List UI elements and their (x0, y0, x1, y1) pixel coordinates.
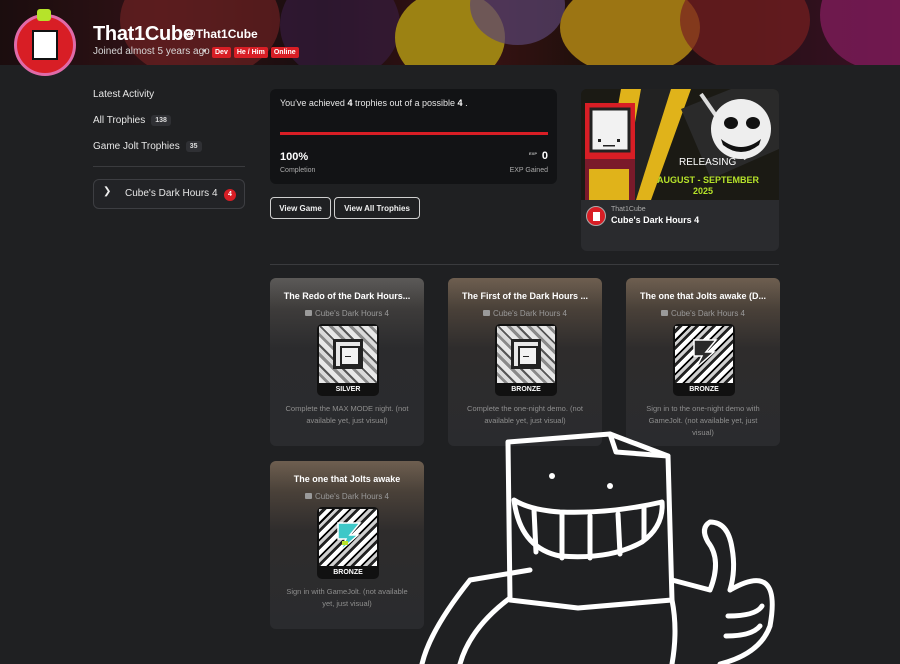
chevron-down-icon: ❯ (103, 186, 112, 197)
profile-handle: @That1Cube (184, 27, 258, 41)
completion-progress-bar (280, 132, 548, 135)
trophy-game: Cube's Dark Hours 4 (270, 492, 424, 501)
avatar-crown-icon (37, 9, 51, 21)
trophy-card[interactable]: The Redo of the Dark Hours... Cube's Dar… (270, 278, 424, 446)
trophy-tier: BRONZE (689, 386, 719, 393)
trophy-tier: BRONZE (333, 569, 363, 576)
joined-date: Joined almost 5 years ago (93, 46, 210, 57)
trophy-description: Sign in with GameJolt. (not available ye… (286, 587, 408, 608)
trophy-tier: SILVER (335, 386, 361, 393)
online-badge: Online (270, 47, 299, 58)
pronouns-badge: He / Him (233, 47, 268, 58)
exp-icon: EXP (529, 151, 538, 156)
summary-text: You've achieved 4 trophies out of a poss… (280, 98, 468, 108)
trophy-game: Cube's Dark Hours 4 (270, 309, 424, 318)
trophy-count-badge: 35 (185, 141, 202, 152)
section-divider (270, 264, 779, 265)
sidebar-divider (93, 166, 245, 167)
cube-face-icon: BRONZE (495, 324, 557, 396)
trophy-tier: BRONZE (511, 386, 541, 393)
game-filter-dropdown[interactable]: ❯ Cube's Dark Hours 4 4 (93, 179, 245, 209)
sidebar-item-gamejolt-trophies[interactable]: Game Jolt Trophies 35 (93, 141, 202, 152)
gamepad-icon (483, 310, 490, 316)
gamepad-icon (305, 310, 312, 316)
cube-face-icon: SILVER (317, 324, 379, 396)
trophy-description: Sign in to the one-night demo with GameJ… (646, 404, 760, 437)
view-all-trophies-button[interactable]: View All Trophies (334, 197, 420, 219)
game-thumbnail[interactable]: RELEASING AUGUST - SEPTEMBER 2025 (581, 89, 779, 200)
exp-label: EXP Gained (509, 167, 548, 174)
trophy-count-badge: 138 (151, 115, 171, 126)
game-art-releasing-text: RELEASING (679, 157, 736, 168)
completion-label: Completion (280, 167, 316, 174)
developer-avatar[interactable] (586, 206, 606, 226)
sidebar-item-label: Game Jolt Trophies (93, 141, 180, 153)
trophy-title: The First of the Dark Hours ... (461, 291, 589, 301)
game-art-year-text: 2025 (693, 186, 713, 196)
game-developer[interactable]: That1Cube (611, 206, 646, 213)
sidebar-item-label: Latest Activity (93, 89, 155, 100)
trophy-card[interactable]: The First of the Dark Hours ... Cube's D… (448, 278, 602, 446)
game-art-date-text: AUGUST - SEPTEMBER (657, 175, 760, 185)
view-game-button[interactable]: View Game (270, 197, 331, 219)
trophy-card[interactable]: The one that Jolts awake (D... Cube's Da… (626, 278, 780, 446)
profile-badges: Dev He / Him Online (212, 47, 299, 58)
trophy-game: Cube's Dark Hours 4 (626, 309, 780, 318)
trophy-description: Complete the one-night demo. (not availa… (467, 404, 583, 425)
sidebar-item-all-trophies[interactable]: All Trophies 138 (93, 115, 171, 126)
dev-badge: Dev (212, 47, 231, 58)
trophy-title: The Redo of the Dark Hours... (283, 291, 411, 301)
gamepad-icon (661, 310, 668, 316)
separator-dot: • (203, 46, 207, 57)
gamejolt-bolt-icon: BRONZE (673, 324, 735, 396)
game-card[interactable]: RELEASING AUGUST - SEPTEMBER 2025 That1C… (581, 89, 779, 251)
game-filter-count: 4 (224, 189, 236, 201)
sidebar-item-latest-activity[interactable]: Latest Activity (93, 89, 154, 100)
avatar[interactable] (14, 14, 76, 76)
trophy-card[interactable]: The one that Jolts awake Cube's Dark Hou… (270, 461, 424, 629)
completion-value: 100% (280, 151, 309, 163)
gamejolt-bolt-icon: BRONZE (317, 507, 379, 579)
game-title[interactable]: Cube's Dark Hours 4 (611, 215, 699, 225)
trophy-game: Cube's Dark Hours 4 (448, 309, 602, 318)
trophy-description: Complete the MAX MODE night. (not availa… (285, 404, 409, 425)
sidebar-item-label: All Trophies (93, 115, 146, 127)
thumbs-up-doodle (419, 431, 775, 664)
trophy-title: The one that Jolts awake (D... (639, 291, 767, 301)
gamepad-icon (305, 493, 312, 499)
profile-username: That1Cube (93, 23, 194, 45)
trophy-title: The one that Jolts awake (293, 474, 401, 484)
exp-value: 0 (541, 150, 548, 162)
game-filter-label: Cube's Dark Hours 4 (125, 188, 218, 199)
